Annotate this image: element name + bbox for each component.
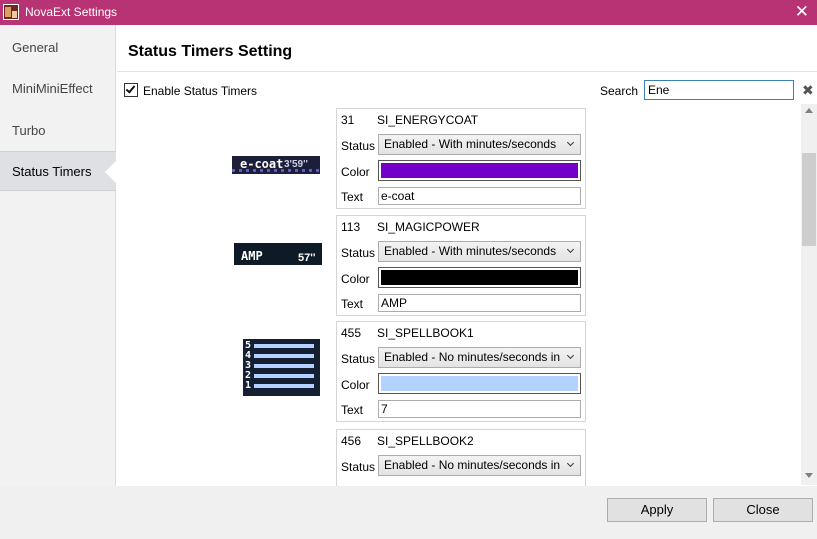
status-label: Status [341,246,376,260]
sidebar-item-minimini-effect[interactable]: MiniMiniEffect [0,69,116,109]
status-value: Enabled - No minutes/seconds in [384,458,561,472]
preview-time: 57'' [298,252,316,264]
timer-id: 113 [341,220,361,234]
preview-bar [254,354,314,358]
vertical-scrollbar[interactable] [801,104,817,485]
color-label: Color [341,165,370,179]
timer-card-spellbook2: 456 SI_SPELLBOOK2 Status Enabled - No mi… [336,429,586,486]
chevron-down-icon [566,245,575,254]
scroll-down-icon[interactable] [805,473,813,478]
enable-checkbox[interactable] [124,83,138,97]
timer-id: 456 [341,434,362,448]
text-input[interactable]: 7 [378,400,581,418]
window-title: NovaExt Settings [25,5,118,19]
app-icon [3,4,19,20]
text-label: Text [341,297,364,311]
status-value: Enabled - With minutes/seconds [384,244,557,258]
status-select[interactable]: Enabled - No minutes/seconds in [378,455,581,476]
window-close-icon[interactable]: ✕ [795,1,809,23]
footer-bar: Apply Close [0,486,817,539]
search-label: Search [600,84,639,98]
status-label: Status [341,139,376,153]
sidebar-item-label: Status Timers [12,164,92,179]
title-bar: NovaExt Settings ✕ [0,0,817,25]
status-select[interactable]: Enabled - With minutes/seconds [378,241,581,262]
status-select[interactable]: Enabled - No minutes/seconds in [378,347,581,368]
preview-bar [254,374,314,378]
timer-card-spellbook1: 455 SI_SPELLBOOK1 Status Enabled - No mi… [336,321,586,422]
magicpower-preview: AMP 57'' [234,243,322,265]
preview-text: AMP [241,249,263,263]
energycoat-preview: e-coat 3'59'' [232,156,320,174]
text-label: Text [341,190,364,204]
status-select[interactable]: Enabled - With minutes/seconds [378,134,581,155]
preview-bar [254,364,314,368]
close-button[interactable]: Close [713,498,813,522]
color-swatch[interactable] [378,267,581,288]
color-fill [381,376,578,391]
timer-name: SI_ENERGYCOAT [377,113,479,127]
color-swatch[interactable] [378,373,581,394]
sidebar-item-turbo[interactable]: Turbo [0,111,116,151]
scroll-up-icon[interactable] [805,108,813,113]
color-label: Color [341,272,370,286]
timer-id: 455 [341,326,362,340]
timer-name: SI_SPELLBOOK1 [377,326,474,340]
chevron-down-icon [566,351,575,360]
search-input[interactable] [644,80,794,100]
status-value: Enabled - With minutes/seconds [384,137,557,151]
timer-id: 31 [341,113,355,127]
scroll-thumb[interactable] [802,153,816,246]
color-fill [381,270,578,285]
text-label: Text [341,403,364,417]
chevron-down-icon [566,138,575,147]
color-label: Color [341,378,370,392]
active-indicator [105,161,116,183]
preview-decoration [232,169,320,172]
apply-button[interactable]: Apply [607,498,707,522]
text-input[interactable]: e-coat [378,187,581,205]
sidebar-item-general[interactable]: General [0,28,116,68]
enable-label: Enable Status Timers [143,84,258,98]
preview-bar [254,344,314,348]
color-swatch[interactable] [378,160,581,181]
title-divider [117,71,817,72]
chevron-down-icon [566,459,575,468]
preview-bar [254,384,314,388]
sidebar-item-status-timers[interactable]: Status Timers [0,151,116,191]
color-fill [381,163,578,178]
status-value: Enabled - No minutes/seconds in [384,350,561,364]
preview-number: 1 [245,380,252,391]
spellbook-preview: 5 4 3 2 1 [243,339,320,396]
checkmark-icon [125,83,136,94]
timer-name: SI_SPELLBOOK2 [377,434,474,448]
timer-card-energycoat: 31 SI_ENERGYCOAT Status Enabled - With m… [336,108,586,209]
timer-card-magicpower: 113 SI_MAGICPOWER Status Enabled - With … [336,215,586,316]
text-input[interactable]: AMP [378,294,581,312]
timer-name: SI_MAGICPOWER [377,220,480,234]
clear-search-icon[interactable]: ✖ [802,82,814,99]
sidebar: General MiniMiniEffect Turbo Status Time… [0,25,116,486]
page-title: Status Timers Setting [128,43,293,60]
status-label: Status [341,352,376,366]
status-label: Status [341,460,376,474]
